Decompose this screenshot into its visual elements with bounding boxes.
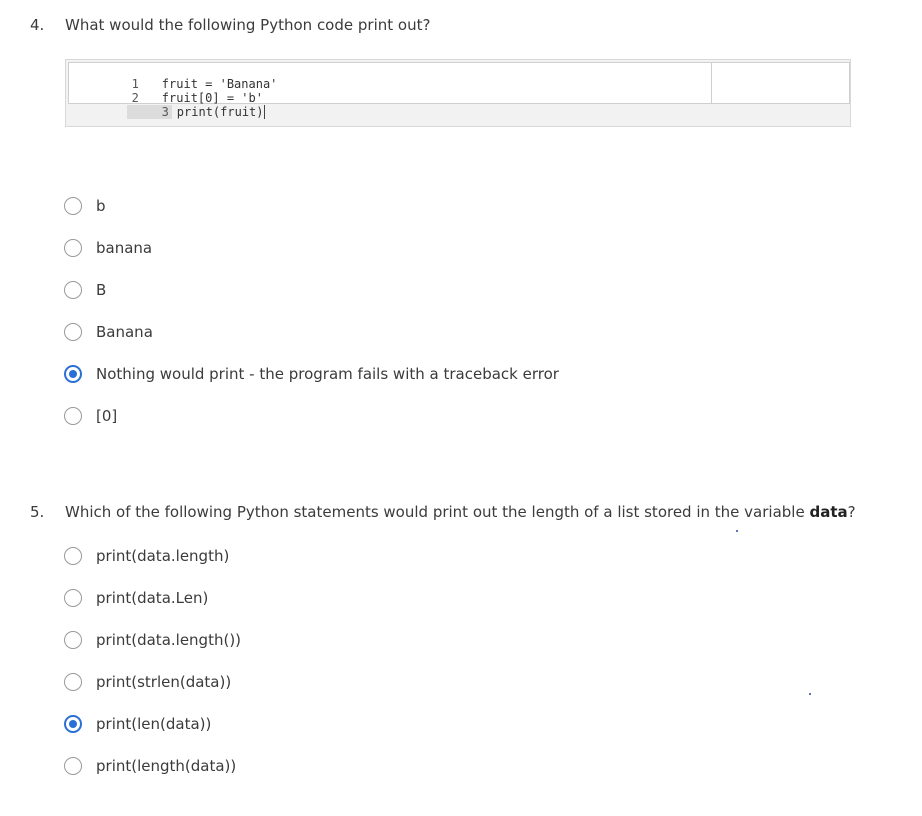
option-nothing-would-print[interactable]: Nothing would print - the program fails … [64, 362, 559, 386]
option-index-0[interactable]: [0] [64, 404, 117, 428]
radio-button-selected[interactable] [64, 365, 82, 383]
code-text: print(fruit) [172, 105, 265, 119]
radio-button[interactable] [64, 323, 82, 341]
radio-button[interactable] [64, 281, 82, 299]
option-label: Nothing would print - the program fails … [96, 365, 559, 383]
option-label: print(data.length) [96, 547, 230, 565]
stray-dot [736, 530, 738, 532]
option-len[interactable]: print(len(data)) [64, 712, 211, 736]
radio-button[interactable] [64, 407, 82, 425]
question-number: 5. [30, 503, 45, 521]
option-label: print(strlen(data)) [96, 673, 232, 691]
option-b[interactable]: b [64, 194, 106, 218]
option-B[interactable]: B [64, 278, 106, 302]
radio-button[interactable] [64, 239, 82, 257]
question-number: 4. [30, 16, 45, 34]
stray-dot [809, 693, 811, 695]
option-strlen[interactable]: print(strlen(data)) [64, 670, 231, 694]
radio-button[interactable] [64, 757, 82, 775]
option-label: print(length(data)) [96, 757, 237, 775]
radio-button[interactable] [64, 673, 82, 691]
option-length[interactable]: print(length(data)) [64, 754, 236, 778]
code-line-active: 3 print(fruit) [69, 91, 711, 119]
question-text: What would the following Python code pri… [65, 16, 431, 34]
option-Banana[interactable]: Banana [64, 320, 153, 344]
question-text-end: ? [847, 503, 856, 521]
radio-button[interactable] [64, 589, 82, 607]
code-output-panel [712, 62, 850, 104]
option-data-length[interactable]: print(data.length) [64, 544, 229, 568]
option-data-length-call[interactable]: print(data.length()) [64, 628, 241, 652]
radio-button-selected[interactable] [64, 715, 82, 733]
code-line: 1 fruit = 'Banana' [69, 63, 711, 91]
option-data-Len[interactable]: print(data.Len) [64, 586, 208, 610]
line-number: 3 [126, 105, 172, 119]
code-line: 2 fruit[0] = 'b' [69, 77, 711, 105]
option-label: b [96, 197, 106, 215]
option-label: print(len(data)) [96, 715, 212, 733]
radio-button[interactable] [64, 631, 82, 649]
option-label: Banana [96, 323, 153, 341]
option-label: print(data.length()) [96, 631, 242, 649]
option-label: print(data.Len) [96, 589, 209, 607]
radio-button[interactable] [64, 197, 82, 215]
option-label: B [96, 281, 107, 299]
option-label: [0] [96, 407, 118, 425]
code-runner: 1 fruit = 'Banana' 2 fruit[0] = 'b' 3 print… [65, 59, 851, 127]
radio-button[interactable] [64, 547, 82, 565]
question-text: Which of the following Python statements… [65, 503, 856, 521]
question-text-main: Which of the following Python statements… [65, 503, 810, 521]
question-text-bold: data [809, 503, 848, 521]
option-banana-lower[interactable]: banana [64, 236, 152, 260]
code-editor[interactable]: 1 fruit = 'Banana' 2 fruit[0] = 'b' 3 print… [68, 62, 712, 119]
option-label: banana [96, 239, 153, 257]
